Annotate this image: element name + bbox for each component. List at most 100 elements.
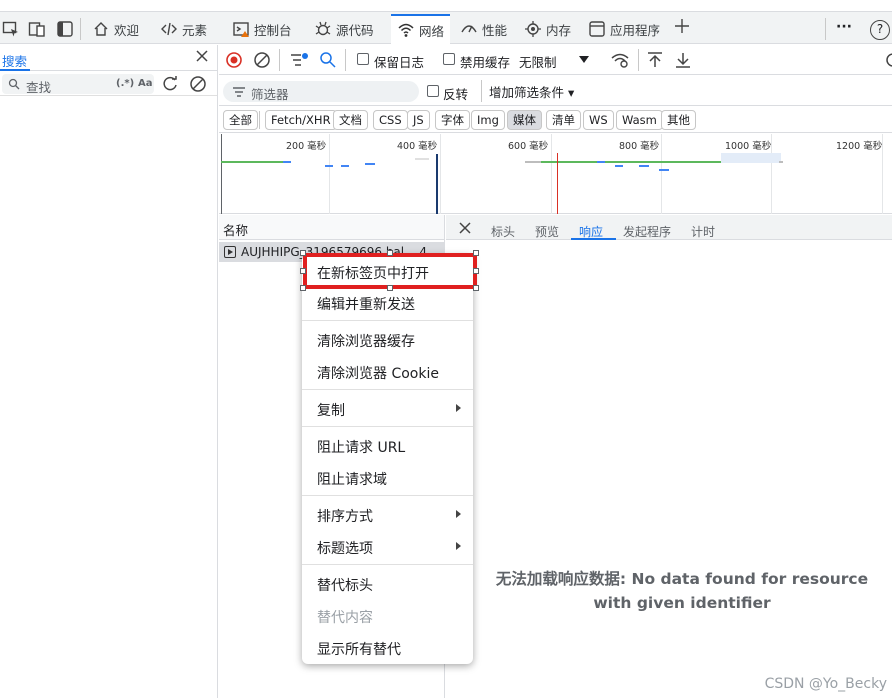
throttling-select[interactable]: 无限制 <box>519 52 557 71</box>
preserve-log-checkbox[interactable] <box>357 53 369 65</box>
tab-label: 元素 <box>182 22 208 38</box>
filter-font[interactable]: 字体 <box>435 110 470 130</box>
overview-bar <box>415 158 429 160</box>
toolbar-divider <box>259 111 260 129</box>
filter-fetch-xhr[interactable]: Fetch/XHR <box>265 110 337 130</box>
overview-start-line <box>221 134 222 214</box>
filter-all[interactable]: 全部 <box>223 110 258 130</box>
filter-other[interactable]: 其他 <box>661 110 696 130</box>
filter-css[interactable]: CSS <box>373 110 408 130</box>
tab-timing[interactable]: 计时 <box>691 223 715 240</box>
overview-tick-label: 200 毫秒 <box>286 141 327 152</box>
toolbar-divider <box>481 80 482 102</box>
tab-network[interactable]: 网络 <box>391 14 451 44</box>
tab-memory[interactable]: 内存 <box>518 14 577 44</box>
tab-sources[interactable]: 源代码 <box>308 14 380 44</box>
clear-log-icon[interactable] <box>253 51 271 69</box>
menu-item-clear-cookies[interactable]: 清除浏览器 Cookie <box>302 357 473 385</box>
menu-item-label: 标题选项 <box>317 541 373 557</box>
tab-label: 欢迎 <box>114 22 140 38</box>
tab-elements[interactable]: 元素 <box>154 14 213 44</box>
tab-search[interactable]: 搜索 <box>2 51 27 70</box>
filter-js[interactable]: JS <box>407 110 430 130</box>
add-tab-icon[interactable] <box>674 18 690 34</box>
menu-item-sort-by[interactable]: 排序方式 <box>302 500 473 528</box>
menu-item-block-url[interactable]: 阻止请求 URL <box>302 431 473 459</box>
network-conditions-icon[interactable] <box>610 51 630 69</box>
menu-item-label: 替代内容 <box>317 610 373 626</box>
overview-gridline <box>551 134 552 214</box>
refresh-icon[interactable] <box>161 75 179 93</box>
close-icon[interactable] <box>195 49 209 63</box>
match-case-toggle[interactable]: Aa <box>138 78 153 89</box>
overview-load-marker <box>557 153 558 214</box>
overview-bar <box>365 163 375 165</box>
overview-bar <box>525 161 541 163</box>
resource-type-filters: 全部 Fetch/XHR 文档 CSS JS 字体 Img 媒体 清单 WS W… <box>219 107 892 133</box>
more-options-icon[interactable]: ··· <box>836 19 852 35</box>
toolbar-divider <box>638 49 639 71</box>
menu-item-label: 清除浏览器缓存 <box>317 334 415 350</box>
filter-wasm[interactable]: Wasm <box>616 110 663 130</box>
search-icon[interactable] <box>319 51 337 69</box>
active-tab-indicator <box>571 238 616 240</box>
filter-input[interactable]: 筛选器 <box>223 81 419 102</box>
help-icon[interactable]: ? <box>870 20 890 40</box>
tab-label: 内存 <box>546 22 572 38</box>
menu-item-label: 复制 <box>317 403 345 419</box>
clear-icon[interactable] <box>189 75 207 93</box>
filter-manifest[interactable]: 清单 <box>546 110 581 130</box>
filter-doc[interactable]: 文档 <box>333 110 368 130</box>
filter-media[interactable]: 媒体 <box>507 110 542 130</box>
overview-bar <box>597 161 605 163</box>
tab-initiator[interactable]: 发起程序 <box>623 223 671 240</box>
tab-welcome[interactable]: 欢迎 <box>86 14 145 44</box>
overview-bar <box>659 169 669 171</box>
menu-item-edit-and-resend[interactable]: 编辑并重新发送 <box>302 288 473 316</box>
submenu-arrow-icon <box>456 404 461 412</box>
invert-checkbox[interactable] <box>427 85 439 97</box>
disable-cache-checkbox[interactable] <box>443 53 455 65</box>
menu-item-clear-cache[interactable]: 清除浏览器缓存 <box>302 325 473 353</box>
inspect-element-icon[interactable] <box>2 20 20 38</box>
search-row: 查找 (.*) Aa <box>0 72 217 96</box>
console-icon <box>233 22 249 37</box>
regex-toggle[interactable]: (.*) <box>116 78 134 89</box>
menu-item-show-all-overrides[interactable]: 显示所有替代 <box>302 633 473 661</box>
menu-item-block-domain[interactable]: 阻止请求域 <box>302 463 473 491</box>
tab-headers[interactable]: 标头 <box>491 223 515 240</box>
column-header-name[interactable]: 名称 <box>223 220 248 239</box>
devtools-tabbar: 欢迎 元素 控制台 源代码 网络 性能 内存 应用程序 ··· ? <box>0 0 892 44</box>
tab-performance[interactable]: 性能 <box>454 14 513 44</box>
overview-bar <box>221 161 283 163</box>
device-emulation-icon[interactable] <box>28 20 46 38</box>
tab-label: 应用程序 <box>610 22 661 38</box>
network-overview[interactable]: 200 毫秒 400 毫秒 600 毫秒 800 毫秒 1000 毫秒 1200… <box>219 134 892 214</box>
overview-bar <box>341 165 349 167</box>
tab-application[interactable]: 应用程序 <box>582 14 666 44</box>
export-har-icon[interactable] <box>675 51 691 69</box>
tab-console[interactable]: 控制台 <box>226 14 298 44</box>
settings-gear-icon[interactable] <box>883 51 892 69</box>
filter-bar: 筛选器 反转 增加筛选条件 ▾ <box>219 76 892 106</box>
annotation-handle <box>300 268 306 274</box>
request-details: 标头 预览 响应 发起程序 计时 无法加载响应数据: No data found… <box>446 215 892 698</box>
overview-tick-label: 1000 毫秒 <box>725 141 772 152</box>
tab-preview[interactable]: 预览 <box>535 223 559 240</box>
record-icon[interactable] <box>225 51 243 69</box>
toolbar-divider <box>279 49 280 71</box>
filter-ws[interactable]: WS <box>583 110 614 130</box>
menu-item-override-headers[interactable]: 替代标头 <box>302 569 473 597</box>
more-filters-dropdown[interactable]: 增加筛选条件 ▾ <box>489 82 574 101</box>
annotation-handle <box>387 285 393 291</box>
menu-item-header-options[interactable]: 标题选项 <box>302 532 473 560</box>
menu-item-copy[interactable]: 复制 <box>302 394 473 422</box>
chevron-down-icon[interactable] <box>579 56 589 64</box>
filter-settings-icon[interactable] <box>289 51 309 69</box>
filter-img[interactable]: Img <box>471 110 505 130</box>
overview-tick-label: 1200 毫秒 <box>836 141 883 152</box>
import-har-icon[interactable] <box>647 51 663 69</box>
close-icon[interactable] <box>458 221 472 235</box>
toggle-sidebar-icon[interactable] <box>56 20 74 38</box>
search-input[interactable]: 查找 (.*) Aa <box>2 74 154 95</box>
